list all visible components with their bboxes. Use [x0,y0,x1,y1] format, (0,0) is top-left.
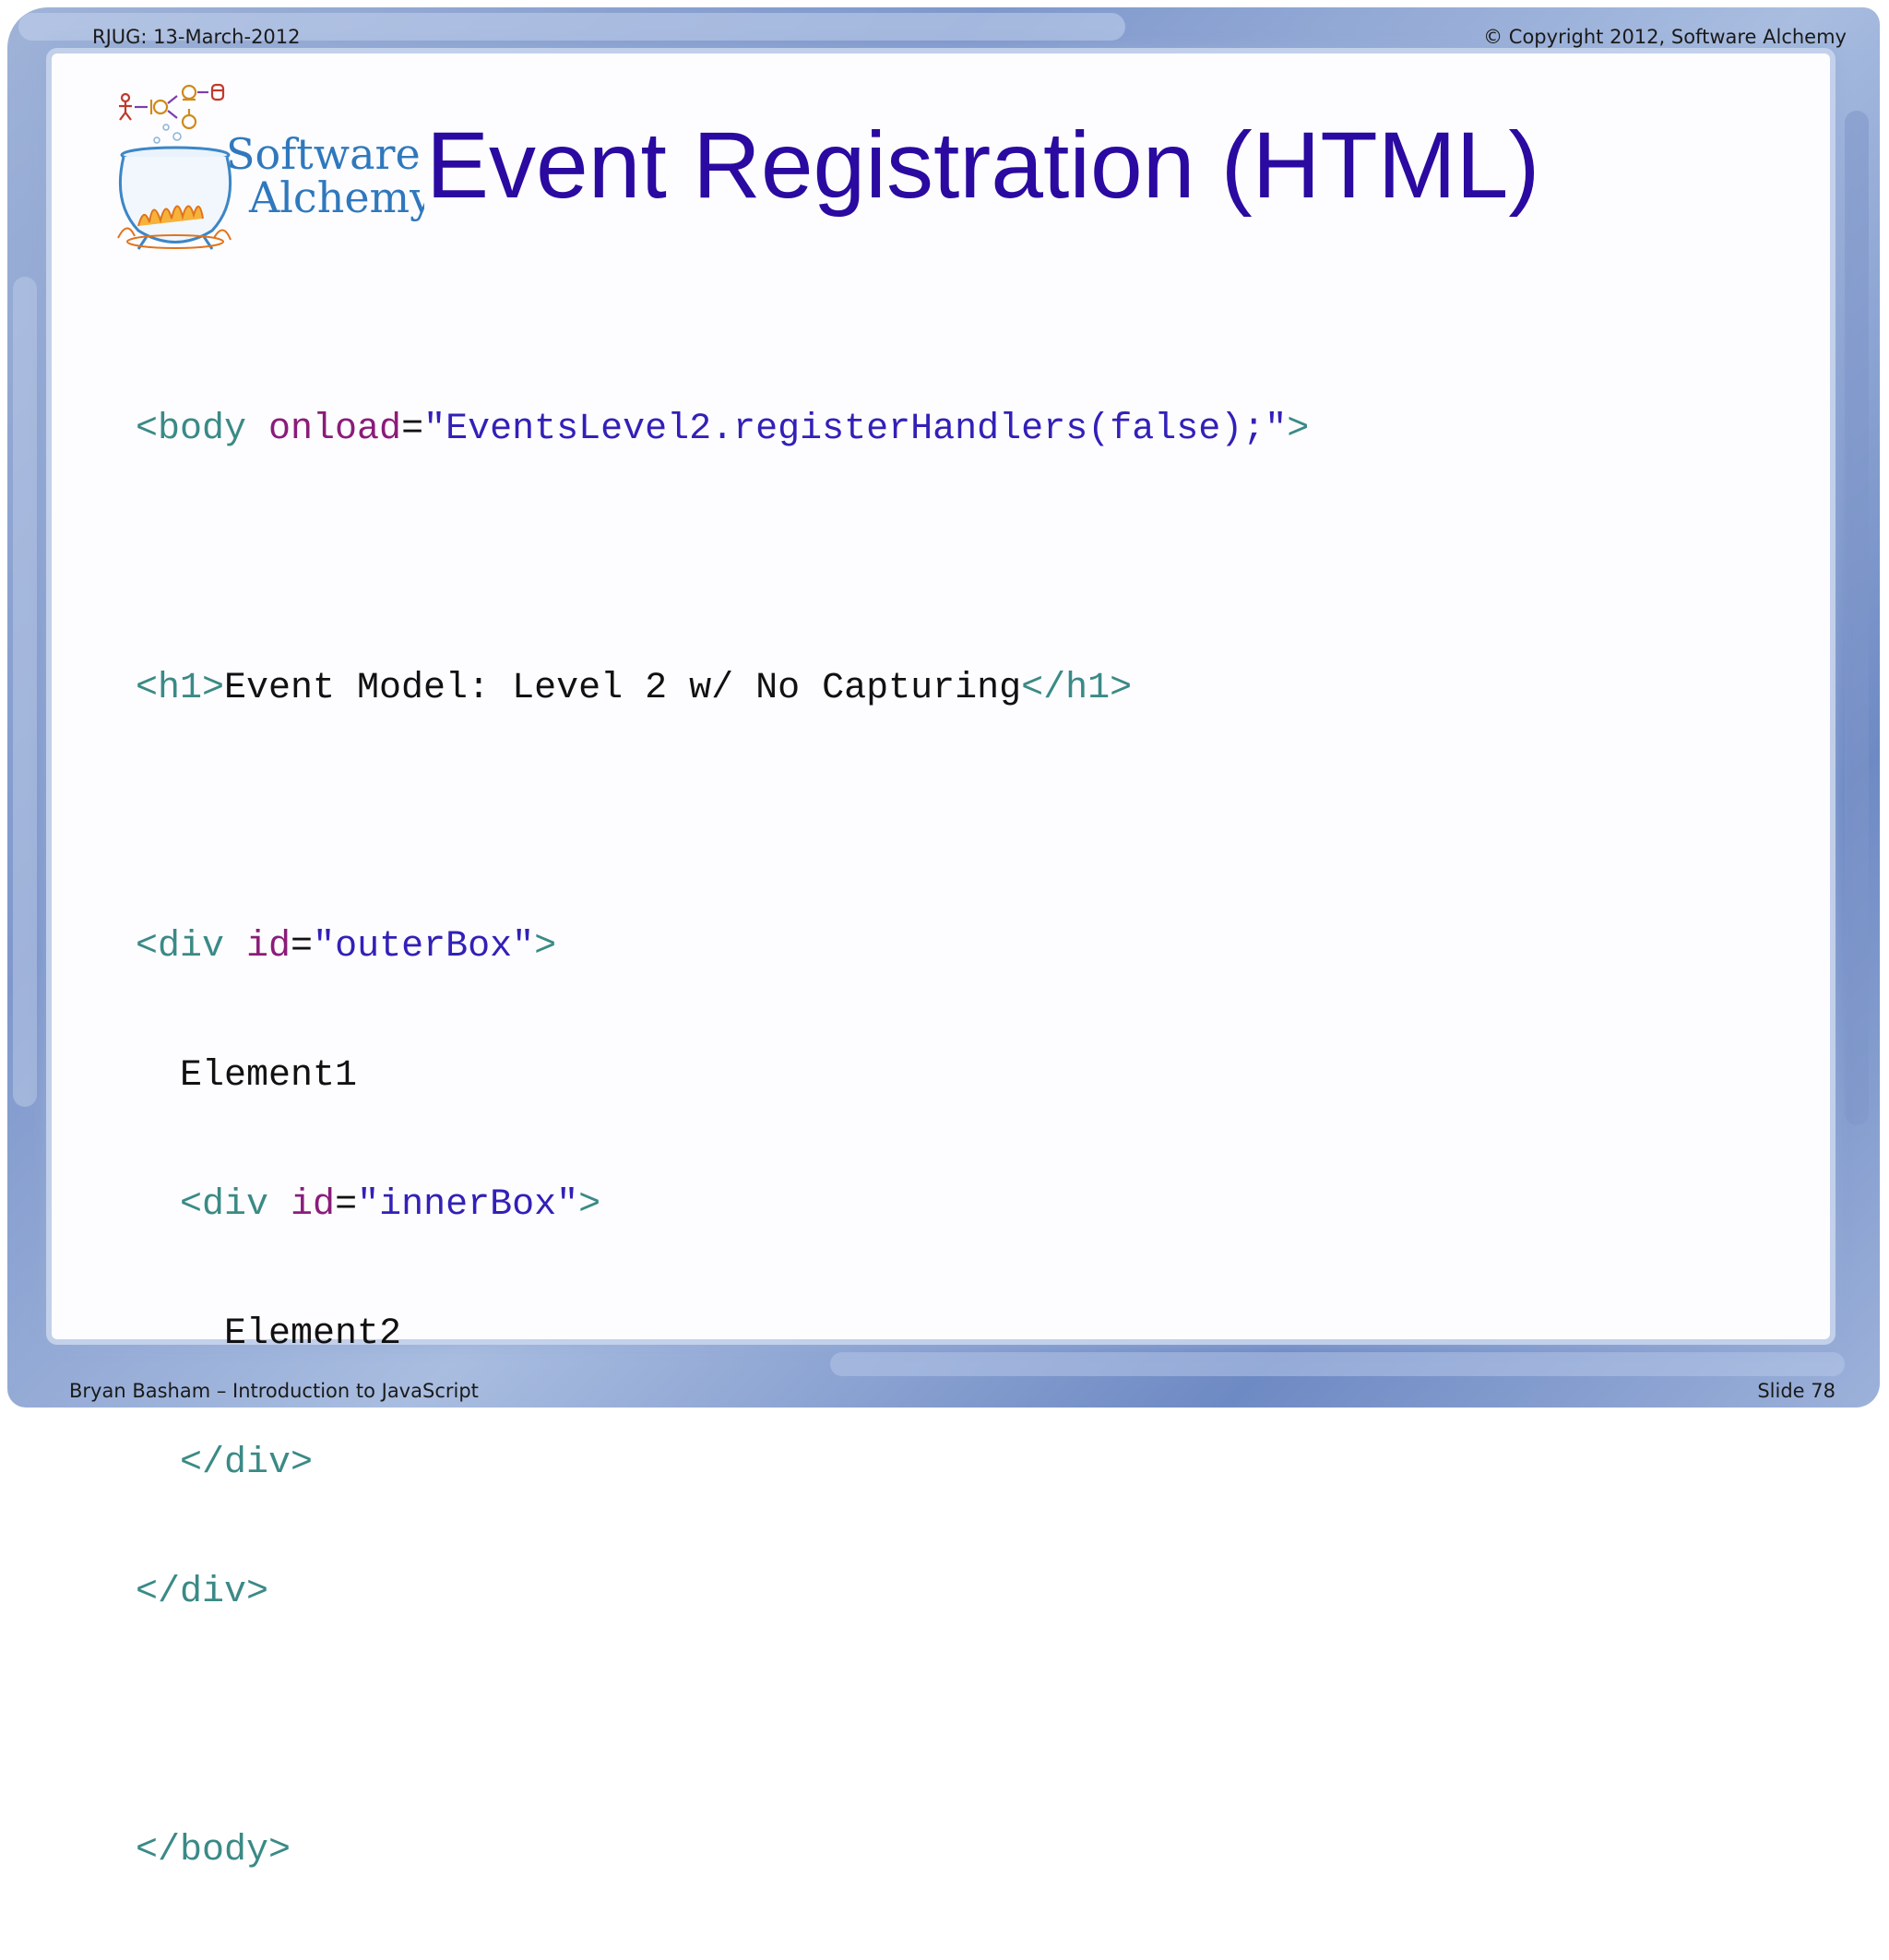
code-token-attribute: id [246,925,291,968]
software-alchemy-logo: Software Alchemy [117,83,424,250]
code-token-attribute: id [291,1183,336,1226]
code-block: <body onload="EventsLevel2.registerHandl… [136,323,1309,1960]
code-line-inner-div-close: </div> [136,1443,1309,1486]
frame-brush-stroke [13,277,37,1107]
code-token-tag: </div> [180,1443,314,1485]
code-token-tag: > [578,1183,601,1226]
code-token-value: "outerBox" [313,925,535,968]
code-token-equals: = [335,1183,358,1226]
code-line-outer-div-close: </div> [136,1572,1309,1615]
code-token-tag: </div> [136,1572,269,1614]
code-token-text: Element2 [224,1313,402,1356]
code-token-equals: = [291,925,314,968]
cauldron-icon [117,146,232,250]
code-line-body-close: </body> [136,1830,1309,1873]
code-token-tag: </h1> [1021,667,1133,709]
code-token-value: "innerBox" [357,1183,579,1226]
code-line-h1: <h1>Event Model: Level 2 w/ No Capturing… [136,668,1309,711]
code-line-element2: Element2 [136,1313,1309,1357]
code-token-text: Element1 [180,1054,358,1097]
code-line-element1: Element1 [136,1055,1309,1099]
code-token-text: Event Model: Level 2 w/ No Capturing [224,667,1022,709]
code-token-tag: > [1287,409,1310,451]
code-token-equals: = [401,409,424,451]
code-line-body-open: <body onload="EventsLevel2.registerHandl… [136,409,1309,452]
code-token-tag: <body [136,409,269,451]
bubbles [153,124,182,144]
frame-brush-stroke [1845,111,1869,1125]
logo-word-software: Software [226,129,421,179]
slide-title: Event Registration (HTML) [426,113,1540,218]
code-token-tag: <div [136,925,247,968]
code-token-tag: <h1> [136,667,225,709]
code-token-tag: > [534,925,557,968]
footer-slide-number: Slide 78 [1757,1380,1836,1402]
code-token-tag: <div [180,1183,291,1226]
code-line-inner-div: <div id="innerBox"> [136,1184,1309,1228]
slide: RJUG: 13-March-2012 © Copyright 2012, So… [0,0,1889,1871]
logo-word-alchemy: Alchemy [248,172,424,222]
code-token-value: "EventsLevel2.registerHandlers(false);" [423,409,1288,451]
footer-author-course: Bryan Basham – Introduction to JavaScrip… [69,1380,479,1402]
header-copyright: © Copyright 2012, Software Alchemy [1483,26,1847,48]
header-date: RJUG: 13-March-2012 [92,26,301,48]
code-token-tag: </body> [136,1830,291,1872]
code-line-outer-div: <div id="outerBox"> [136,926,1309,969]
code-token-attribute: onload [268,409,402,451]
uml-icons [119,83,225,130]
